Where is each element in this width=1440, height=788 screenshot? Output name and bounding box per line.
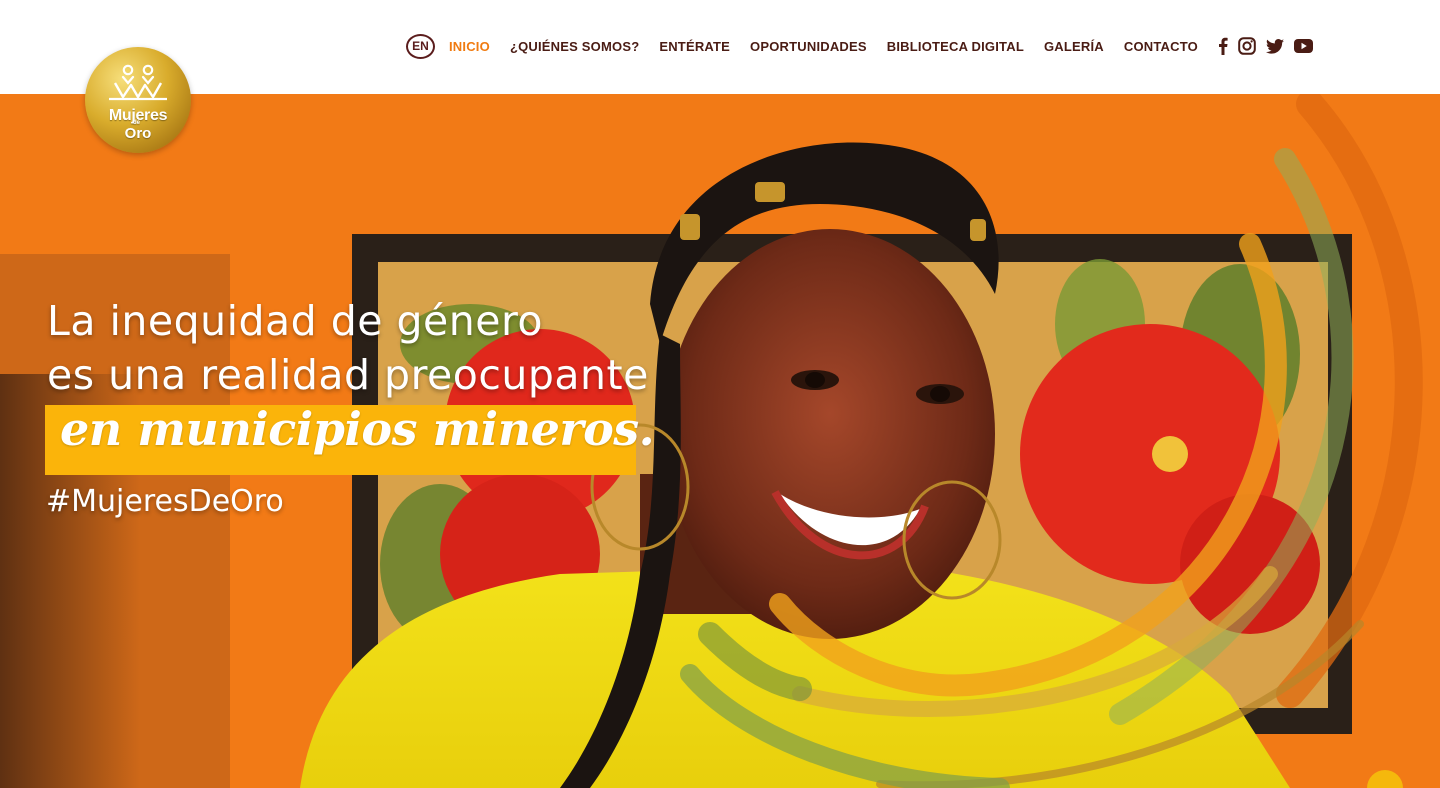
twitter-icon[interactable] [1265, 38, 1284, 54]
nav-item-galeria[interactable]: GALERÍA [1044, 39, 1104, 54]
language-toggle[interactable]: EN [406, 33, 435, 59]
nav-item-inicio[interactable]: INICIO [449, 39, 490, 54]
nav-item-contacto[interactable]: CONTACTO [1124, 39, 1198, 54]
nav-item-enterate[interactable]: ENTÉRATE [659, 39, 730, 54]
crown-icon [109, 64, 167, 101]
youtube-icon[interactable] [1293, 39, 1313, 53]
hero-banner: La inequidad de género es una realidad p… [0, 94, 1440, 788]
mujeres-de-oro-logo[interactable]: Mujeres de Oro [85, 47, 191, 153]
hero-hashtag: #MujeresDeOro [46, 484, 284, 519]
hero-line-2: es una realidad preocupante [47, 351, 649, 399]
nav-item-quienes-somos[interactable]: ¿QUIÉNES SOMOS? [510, 39, 639, 54]
nav-item-oportunidades[interactable]: OPORTUNIDADES [750, 39, 867, 54]
hero-line-1: La inequidad de género [47, 297, 543, 345]
main-nav: EN INICIO ¿QUIÉNES SOMOS? ENTÉRATE OPORT… [406, 32, 1323, 60]
logo-text-oro: Oro [124, 125, 152, 142]
facebook-icon[interactable] [1218, 37, 1228, 55]
social-links [1218, 37, 1323, 55]
hero-highlight-text: en municipios mineros. [60, 402, 655, 456]
site-header: EN INICIO ¿QUIÉNES SOMOS? ENTÉRATE OPORT… [0, 0, 1440, 94]
hero-headline: La inequidad de género es una realidad p… [47, 294, 649, 402]
nav-item-biblioteca-digital[interactable]: BIBLIOTECA DIGITAL [887, 39, 1024, 54]
instagram-icon[interactable] [1238, 37, 1256, 55]
